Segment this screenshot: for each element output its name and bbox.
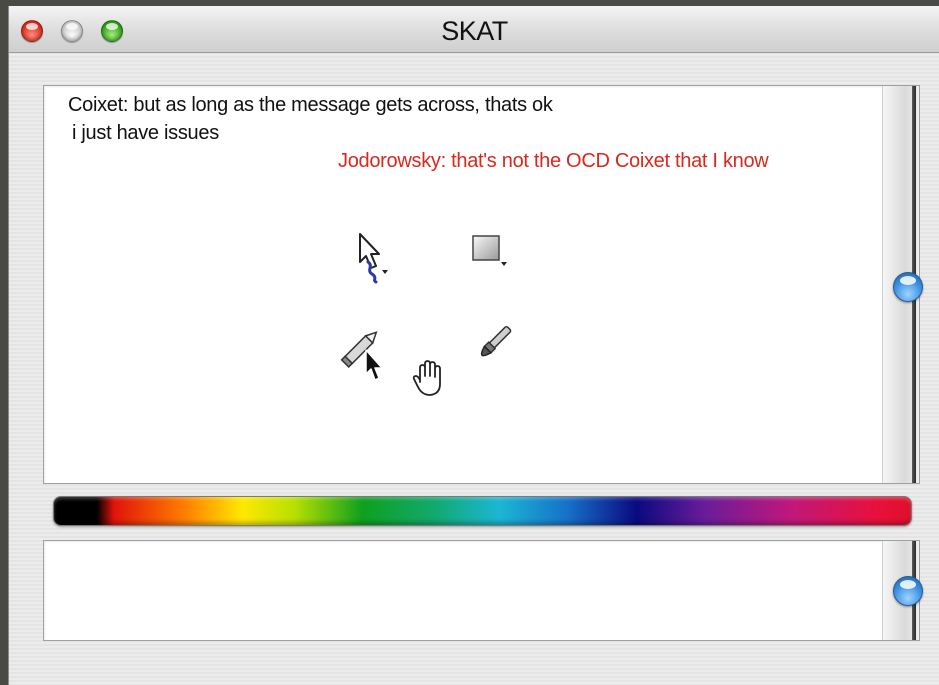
message-input[interactable] [43, 540, 923, 641]
chat-scroll-thumb[interactable] [893, 272, 923, 302]
chat-message: Coixet: but as long as the message gets … [68, 94, 553, 116]
input-scroll-thumb[interactable] [893, 576, 923, 606]
brush-tool-icon[interactable] [468, 320, 518, 375]
window-title: SKAT [441, 16, 508, 46]
app-window: SKAT Coixet: but as long as the message … [8, 6, 939, 685]
chat-message: Jodorowsky: that's not the OCD Coixet th… [338, 150, 769, 172]
arrow-cursor-icon[interactable] [354, 232, 398, 293]
input-scrollbar[interactable] [882, 541, 923, 640]
pencil-tool-icon[interactable] [338, 324, 398, 389]
chat-scrollbar[interactable] [882, 86, 923, 483]
chat-message: i just have issues [72, 122, 219, 144]
rectangle-tool-icon[interactable] [469, 232, 517, 277]
title-bar[interactable]: SKAT [9, 6, 939, 53]
chat-transcript[interactable]: Coixet: but as long as the message gets … [43, 85, 923, 484]
color-picker-slider[interactable] [53, 496, 912, 526]
hand-tool-icon[interactable] [408, 356, 452, 405]
